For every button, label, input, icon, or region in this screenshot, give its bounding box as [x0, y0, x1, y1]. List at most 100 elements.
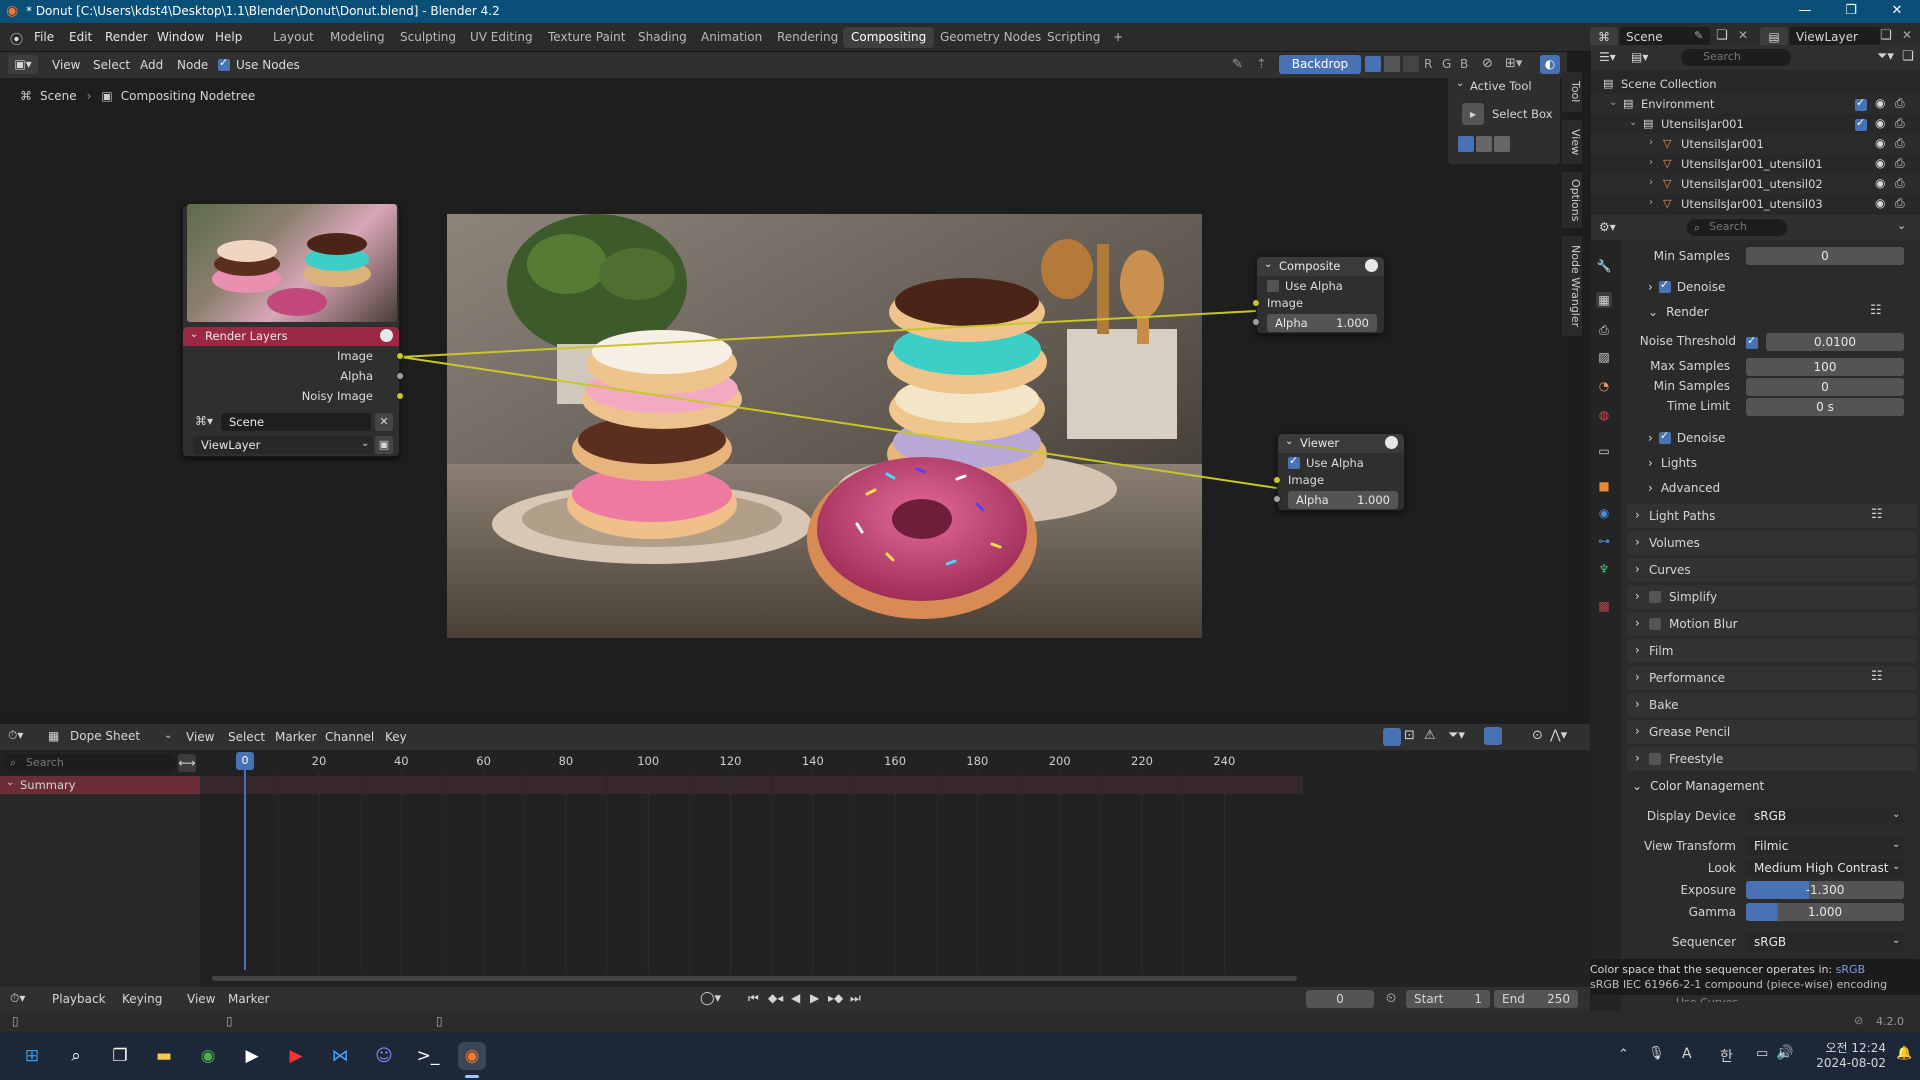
node-menu-node[interactable]: Node [177, 58, 208, 72]
node-menu-view[interactable]: View [52, 58, 80, 72]
viewer-image-socket[interactable] [1273, 476, 1281, 484]
composite-use-alpha-checkbox[interactable] [1267, 280, 1279, 292]
advanced-subpanel[interactable]: › Advanced [1648, 481, 1720, 495]
active-tool-chevron-icon[interactable]: ⌄ [1456, 78, 1464, 89]
output-noisy-image-socket[interactable] [396, 392, 404, 400]
collapse-chevron-icon[interactable]: ⌄ [1285, 436, 1293, 447]
properties-search-input[interactable]: Search [1687, 219, 1787, 236]
properties-panel-header[interactable]: › Volumes [1627, 531, 1917, 555]
composite-alpha-field[interactable]: Alpha 1.000 [1267, 314, 1377, 332]
physics-properties-icon[interactable]: ◉ [1596, 505, 1612, 521]
outliner-search-input[interactable]: Search [1681, 49, 1791, 66]
lights-subpanel[interactable]: › Lights [1648, 456, 1697, 470]
snap-icon[interactable]: ⊘ [1482, 56, 1493, 71]
gamma-slider[interactable]: 1.000 [1746, 903, 1904, 921]
outliner-editor-icon[interactable]: ☰▾ [1599, 50, 1616, 64]
output-image-socket[interactable] [396, 352, 404, 360]
dopesheet-menu-channel[interactable]: Channel [325, 730, 374, 744]
jump-end-icon[interactable]: ⏭ [850, 991, 861, 1006]
tab-view[interactable]: View [1562, 120, 1582, 164]
composite-node[interactable]: ⌄ Composite Use Alpha Image Alpha 1.000 [1252, 256, 1385, 334]
denoise-1-checkbox[interactable] [1658, 278, 1671, 293]
remove-scene-icon[interactable]: ✕ [1738, 28, 1748, 42]
render-camera-icon[interactable]: ⎙ [1895, 196, 1905, 211]
noise-threshold-field[interactable]: 0.0100 [1766, 333, 1904, 351]
viewer-alpha-field[interactable]: Alpha 1.000 [1288, 491, 1398, 509]
media-player-icon[interactable]: ▶ [238, 1042, 266, 1070]
notification-bell-icon[interactable]: 🔔 [1896, 1046, 1912, 1061]
collapse-chevron-icon[interactable]: ⌄ [190, 329, 198, 340]
chevron-right-icon[interactable]: › [1649, 197, 1653, 208]
remove-viewlayer-icon[interactable]: ✕ [1902, 28, 1912, 42]
exposure-slider[interactable]: -1.300 [1746, 881, 1904, 899]
properties-editor-icon[interactable]: ⚙▾ [1599, 220, 1616, 234]
capcut-icon[interactable]: ⋈ [326, 1042, 354, 1070]
timeline-editor-icon[interactable]: ⏱▾ [10, 991, 25, 1006]
visibility-eye-icon[interactable]: ◉ [1875, 96, 1885, 110]
tab-animation[interactable]: Animation [693, 27, 770, 48]
play-icon[interactable]: ▶ [810, 991, 819, 1005]
pin-icon[interactable]: ✎ [1694, 29, 1703, 42]
backdrop-rgb-icon[interactable] [1365, 56, 1381, 72]
swap-direction-icon[interactable]: ⟷ [178, 754, 196, 772]
display-device-dropdown[interactable]: sRGB [1746, 807, 1904, 825]
add-workspace-icon[interactable]: + [1105, 27, 1131, 48]
composite-header[interactable]: ⌄ Composite [1257, 257, 1384, 276]
render-layers-header[interactable]: ⌄ Render Layers [183, 327, 399, 346]
scene-properties-icon[interactable]: ◔ [1596, 378, 1612, 394]
outliner-row[interactable]: › ▽ UtensilsJar001_utensil02 ◉ ⎙ [1591, 174, 1920, 194]
panel-enable-checkbox[interactable] [1649, 618, 1661, 630]
render-icon[interactable] [1385, 436, 1398, 449]
denoise-2-checkbox[interactable] [1658, 429, 1671, 444]
new-scene-icon[interactable]: ❏ [1716, 28, 1728, 43]
node-editor-canvas[interactable]: ⌘ Scene › ▣ Compositing Nodetree ⌄ Rende… [0, 72, 1582, 716]
proportional-icon[interactable]: ⊙ [1532, 728, 1543, 743]
constraints-properties-icon[interactable]: ⊶ [1596, 533, 1612, 549]
render-camera-icon[interactable]: ⎙ [1895, 136, 1905, 151]
tab-scripting[interactable]: Scripting [1039, 27, 1108, 48]
chevron-down-icon[interactable]: ⌄ [1629, 117, 1637, 128]
backdrop-alpha-icon[interactable] [1384, 56, 1400, 72]
search-icon[interactable]: ⌕ [62, 1042, 90, 1070]
properties-panel-header[interactable]: › Grease Pencil [1627, 720, 1917, 744]
view-transform-dropdown[interactable]: Filmic [1746, 837, 1904, 855]
timeline-menu-playback[interactable]: Playback [52, 992, 106, 1006]
outliner-row[interactable]: ▤ Scene Collection [1591, 74, 1920, 94]
select-mode-new-icon[interactable] [1458, 136, 1474, 152]
tab-geometry-nodes[interactable]: Geometry Nodes [932, 27, 1049, 48]
auto-keying-icon[interactable]: ◯▾ [700, 991, 721, 1006]
timeline-menu-marker[interactable]: Marker [228, 992, 269, 1006]
scene-type-icon[interactable]: ⌘▾ [195, 414, 213, 428]
max-samples-field[interactable]: 100 [1746, 358, 1904, 376]
tray-chevron-up-icon[interactable]: ⌃ [1618, 1047, 1629, 1062]
channel-g[interactable]: G [1442, 57, 1451, 71]
menu-file[interactable]: File [34, 30, 54, 44]
panel-enable-checkbox[interactable] [1649, 591, 1661, 603]
menu-window[interactable]: Window [157, 30, 204, 44]
outliner-row[interactable]: › ▽ UtensilsJar001 ◉ ⎙ [1591, 134, 1920, 154]
tab-uv-editing[interactable]: UV Editing [462, 27, 541, 48]
blender-menu-icon[interactable]: ⦿ [10, 29, 23, 48]
tab-layout[interactable]: Layout [265, 27, 322, 48]
object-properties-icon[interactable]: ■ [1596, 478, 1612, 494]
play-reverse-icon[interactable]: ◀ [791, 991, 800, 1005]
end-frame-field[interactable]: End 250 [1494, 990, 1578, 1008]
current-frame-field[interactable]: 0 [1306, 990, 1374, 1008]
output-alpha-socket[interactable] [396, 372, 404, 380]
start-frame-field[interactable]: Start 1 [1406, 990, 1490, 1008]
input-language[interactable]: 한 [1720, 1046, 1733, 1066]
chevron-right-icon[interactable]: › [1649, 157, 1653, 168]
tab-sculpting[interactable]: Sculpting [392, 27, 464, 48]
look-dropdown[interactable]: Medium High Contrast [1746, 859, 1904, 877]
render-layers-node[interactable]: ⌄ Render Layers Image Alpha Noisy Image … [182, 204, 404, 457]
presets-list-icon[interactable]: ☷ [1871, 669, 1883, 684]
filters-icon[interactable]: ⏷▾ [1448, 728, 1465, 743]
outliner-row[interactable]: ⌄ ▤ Environment ◉ ⎙ [1591, 94, 1920, 114]
summary-channel[interactable]: ⌄ Summary [0, 776, 200, 794]
dopesheet-search-input[interactable]: Search [4, 754, 176, 772]
render-properties-icon[interactable]: ▦ [1596, 292, 1612, 308]
terminal-icon[interactable]: >_ [414, 1042, 442, 1070]
viewer-alpha-socket[interactable] [1273, 495, 1281, 503]
snap-target-icon[interactable]: ⊞▾ [1505, 56, 1522, 71]
properties-panel-header[interactable]: › Light Paths ☷ [1627, 504, 1917, 528]
